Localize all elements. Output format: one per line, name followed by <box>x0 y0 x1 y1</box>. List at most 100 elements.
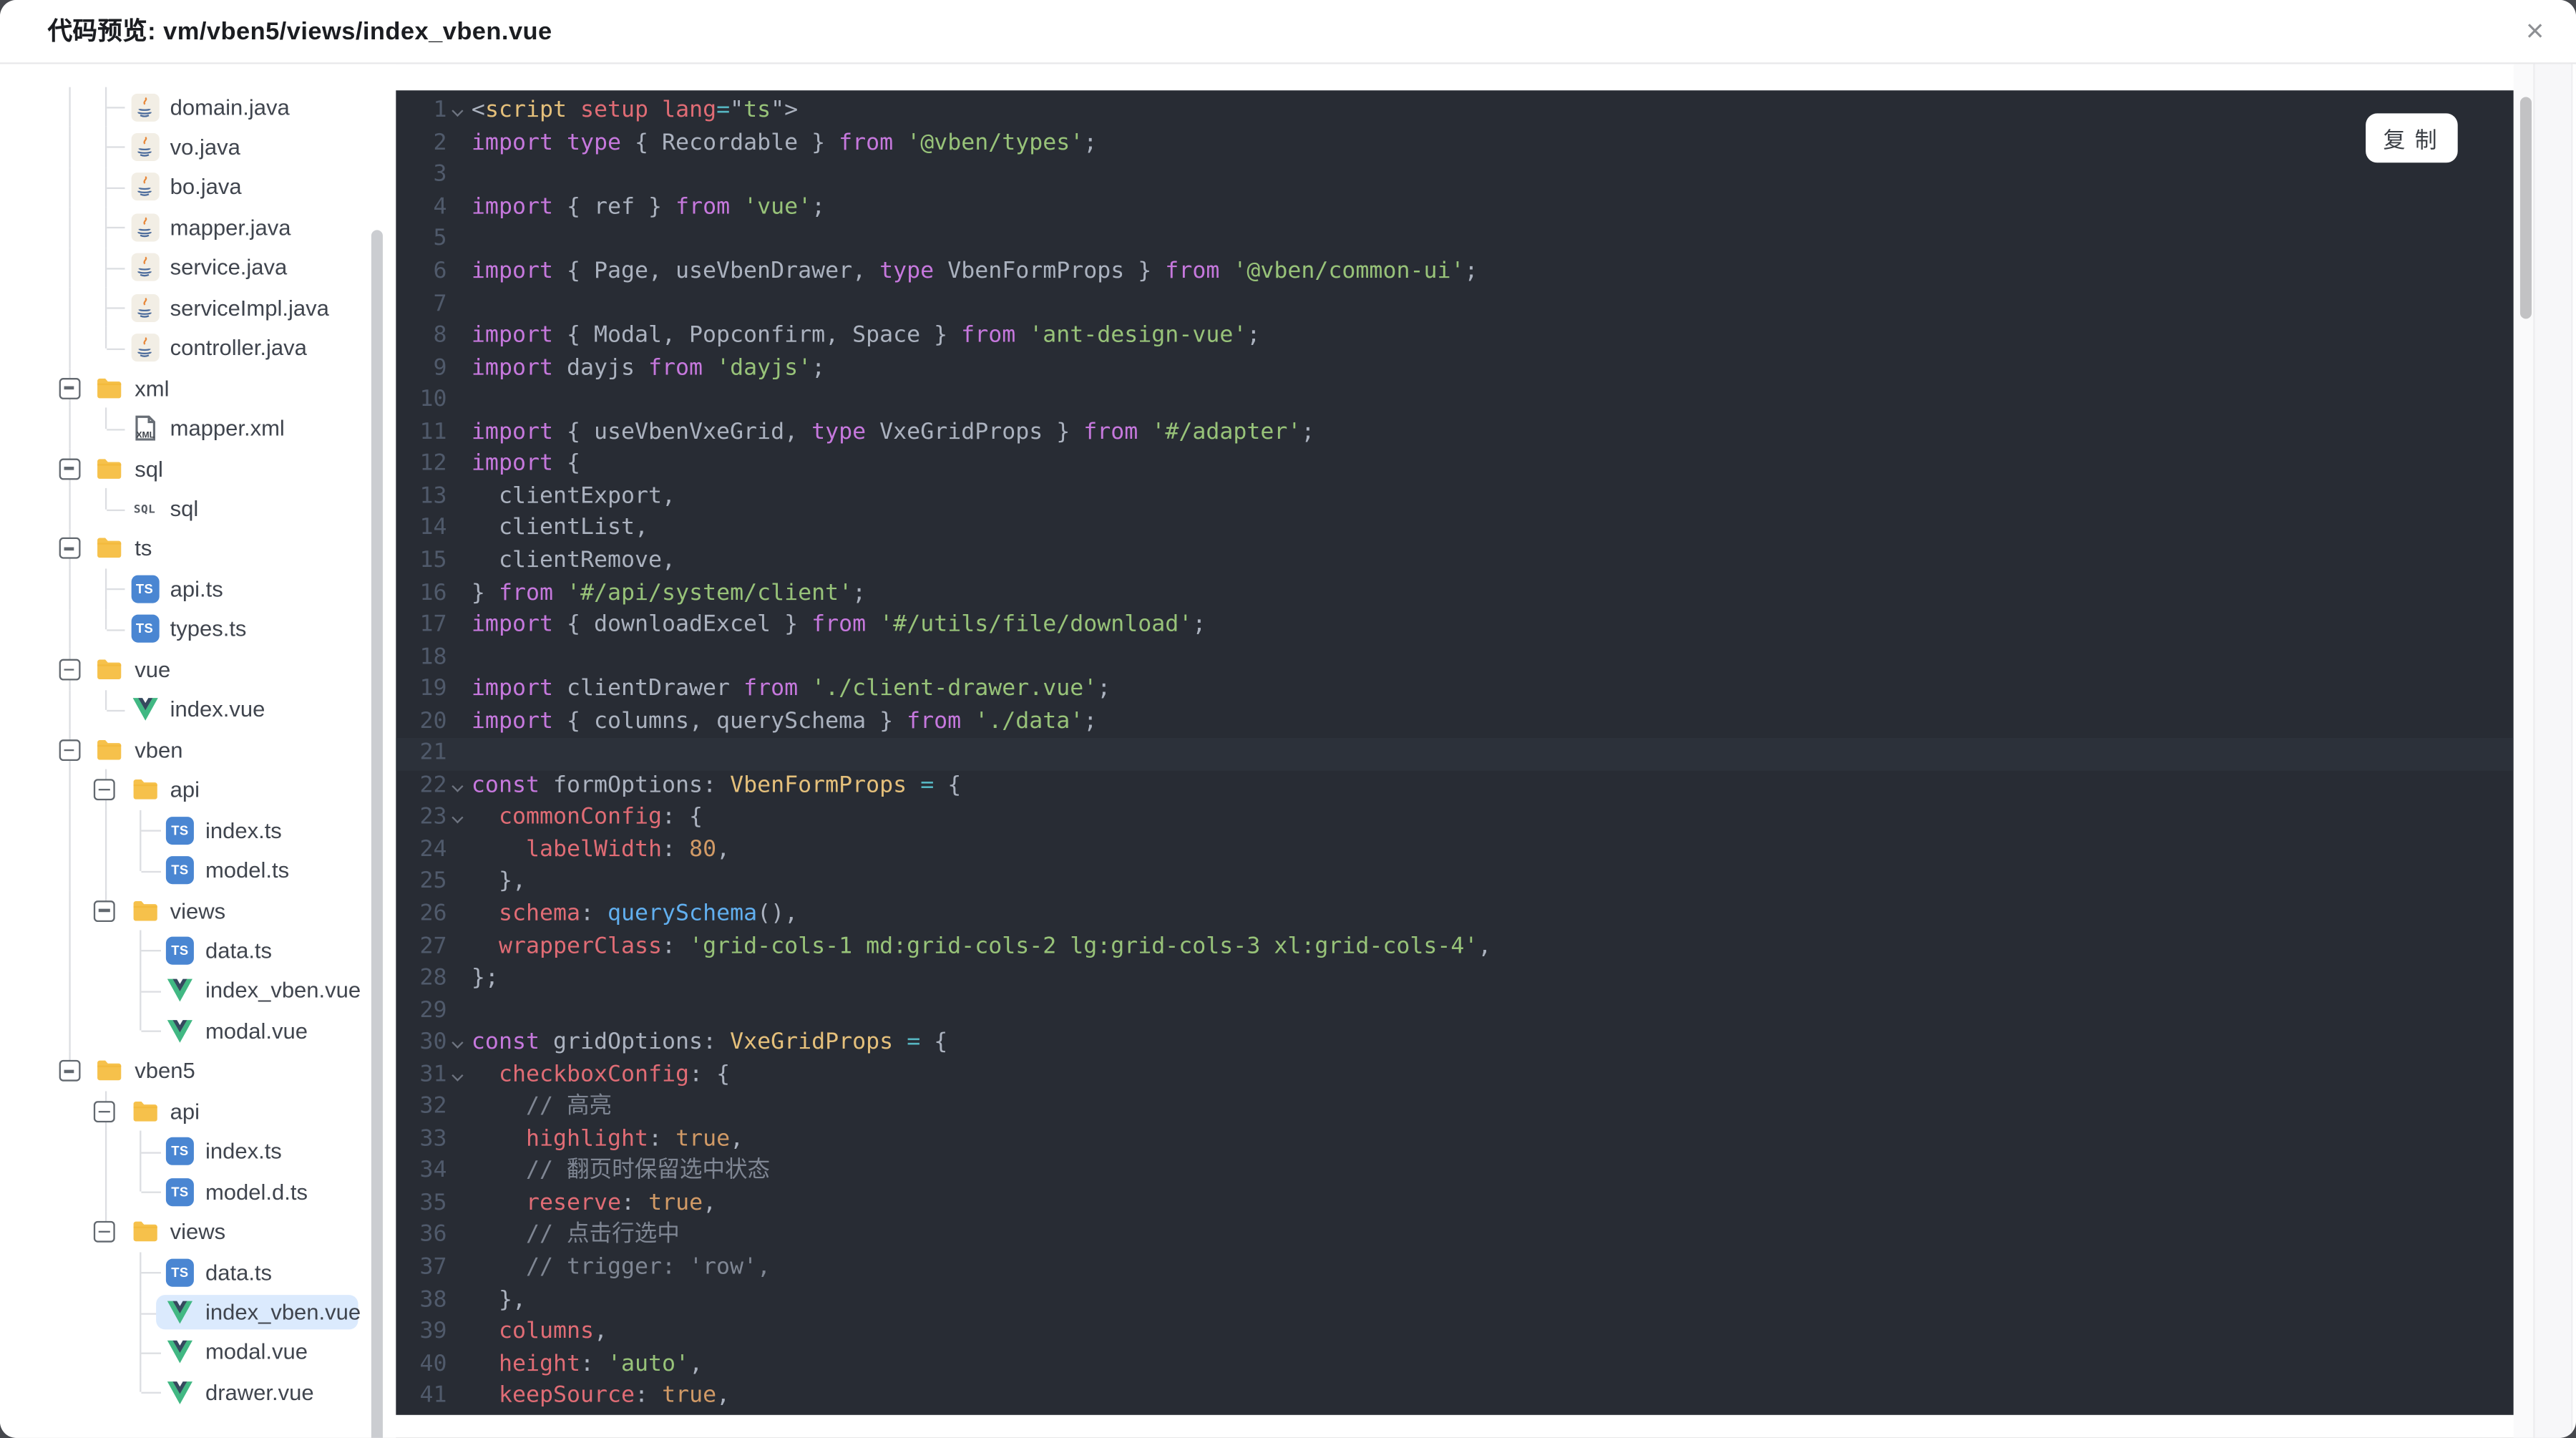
vue-file-icon <box>167 1019 192 1043</box>
collapse-toggle[interactable] <box>58 377 80 399</box>
collapse-toggle[interactable] <box>58 739 80 761</box>
fold-toggle[interactable] <box>447 1059 471 1092</box>
line-number: 37 <box>419 1253 447 1281</box>
fold-slot <box>447 160 471 193</box>
tree-guide-tick <box>106 428 125 430</box>
collapse-toggle[interactable] <box>58 538 80 560</box>
collapse-toggle[interactable] <box>93 1100 115 1122</box>
line-number: 22 <box>419 772 447 799</box>
code-preview-modal: 代码预览: vm/vben5/views/index_vben.vue × do… <box>0 0 2576 1438</box>
tree-item-types.ts[interactable]: TS types.ts <box>0 608 396 650</box>
vue-file-icon <box>132 698 157 722</box>
line-number: 24 <box>419 836 447 863</box>
tree-item-data.ts[interactable]: TS data.ts <box>0 1252 396 1293</box>
line-number: 16 <box>419 579 447 606</box>
tree-item-api[interactable]: api <box>0 1091 396 1132</box>
tree-scrollbar-thumb[interactable] <box>370 230 382 1438</box>
fold-slot <box>447 192 471 224</box>
fold-toggle[interactable] <box>447 96 471 128</box>
tree-guide-line <box>69 247 71 288</box>
tree-guide-tick <box>106 187 125 189</box>
fold-toggle[interactable] <box>447 802 471 835</box>
tree-item-modal.vue[interactable]: modal.vue <box>0 1332 396 1373</box>
tree-item-ts[interactable]: ts <box>0 528 396 569</box>
collapse-toggle[interactable] <box>58 457 80 480</box>
tree-guide-tick <box>106 227 125 229</box>
sql-file-icon: SQL <box>133 502 156 515</box>
tree-item-sql[interactable]: SQL sql <box>0 488 396 529</box>
tree-item-modal.vue[interactable]: modal.vue <box>0 1011 396 1051</box>
folder-icon <box>132 1101 157 1122</box>
tree-item-vben[interactable]: vben <box>0 729 396 770</box>
folder-icon <box>97 1061 122 1081</box>
code-line-36: 36 // 点击行选中 <box>396 1220 2513 1253</box>
tree-item-mapper.xml[interactable]: XML mapper.xml <box>0 408 396 449</box>
tree-item-domain.java[interactable]: domain.java <box>0 87 396 127</box>
tree-item-views[interactable]: views <box>0 890 396 931</box>
code-line-40: 40 height: 'auto', <box>396 1349 2513 1381</box>
line-number: 12 <box>419 450 447 477</box>
fold-slot <box>447 128 471 160</box>
code-line-25: 25 }, <box>396 867 2513 899</box>
tree-item-vben5[interactable]: vben5 <box>0 1051 396 1091</box>
code-line-5: 5 <box>396 224 2513 256</box>
tree-guide-line <box>69 971 71 1011</box>
fold-toggle[interactable] <box>447 770 471 802</box>
collapse-toggle[interactable] <box>93 1221 115 1243</box>
tree-item-label: data.ts <box>205 1259 273 1285</box>
fold-toggle[interactable] <box>447 1027 471 1059</box>
fold-slot <box>447 224 471 256</box>
tree-item-model.d.ts[interactable]: TS model.d.ts <box>0 1171 396 1212</box>
chevron-down-icon <box>452 779 464 792</box>
copy-button[interactable]: 复 制 <box>2364 112 2457 163</box>
collapse-toggle[interactable] <box>93 779 115 801</box>
tree-item-vo.java[interactable]: vo.java <box>0 127 396 167</box>
ts-file-icon: TS <box>130 575 159 603</box>
folder-icon <box>97 378 122 398</box>
folder-icon <box>132 779 157 800</box>
screen: 代码预览: vm/vben5/views/index_vben.vue × do… <box>0 0 2576 1438</box>
tree-item-bo.java[interactable]: bo.java <box>0 167 396 208</box>
tree-item-index_vben.vue[interactable]: index_vben.vue <box>0 971 396 1011</box>
java-file-icon <box>130 334 159 362</box>
close-icon[interactable]: × <box>2515 13 2555 52</box>
tree-item-index.ts[interactable]: TS index.ts <box>0 810 396 850</box>
fold-slot <box>447 545 471 578</box>
tree-item-data.ts[interactable]: TS data.ts <box>0 931 396 971</box>
java-file-icon <box>130 213 159 242</box>
chevron-down-icon <box>452 812 464 825</box>
tree-item-sql[interactable]: sql <box>0 448 396 489</box>
tree-item-index.vue[interactable]: index.vue <box>0 689 396 730</box>
code-line-12: 12 import { <box>396 450 2513 482</box>
tree-item-model.ts[interactable]: TS model.ts <box>0 850 396 890</box>
modal-header: 代码预览: vm/vben5/views/index_vben.vue × <box>0 0 2576 64</box>
code-line-38: 38 }, <box>396 1284 2513 1316</box>
line-number: 33 <box>419 1125 447 1152</box>
editor-scrollbar-thumb[interactable] <box>2519 97 2532 319</box>
tree-item-views[interactable]: views <box>0 1211 396 1252</box>
collapse-toggle[interactable] <box>93 900 115 921</box>
tree-guide-line <box>104 488 107 509</box>
fold-slot <box>447 1349 471 1381</box>
java-file-icon <box>130 293 159 322</box>
collapse-toggle[interactable] <box>58 659 80 681</box>
modal-scrollbar-track[interactable] <box>2534 64 2573 1438</box>
tree-item-index.ts[interactable]: TS index.ts <box>0 1131 396 1172</box>
fold-slot <box>447 1188 471 1220</box>
tree-item-controller.java[interactable]: controller.java <box>0 327 396 369</box>
tree-item-vue[interactable]: vue <box>0 649 396 690</box>
tree-item-label: drawer.vue <box>205 1380 314 1405</box>
tree-item-api.ts[interactable]: TS api.ts <box>0 568 396 609</box>
tree-item-xml[interactable]: xml <box>0 368 396 409</box>
tree-item-service.java[interactable]: service.java <box>0 247 396 288</box>
code-line-11: 11 import { useVbenVxeGrid, type VxeGridP… <box>396 417 2513 450</box>
ts-file-icon: TS <box>165 1137 194 1166</box>
tree-item-index_vben.vue[interactable]: index_vben.vue <box>0 1292 396 1333</box>
collapse-toggle[interactable] <box>58 1060 80 1082</box>
tree-item-label: index.ts <box>205 1139 282 1164</box>
fold-slot <box>447 1252 471 1284</box>
tree-item-api[interactable]: api <box>0 769 396 810</box>
tree-item-serviceImpl.java[interactable]: serviceImpl.java <box>0 287 396 328</box>
tree-item-mapper.java[interactable]: mapper.java <box>0 207 396 248</box>
tree-item-drawer.vue[interactable]: drawer.vue <box>0 1372 396 1413</box>
